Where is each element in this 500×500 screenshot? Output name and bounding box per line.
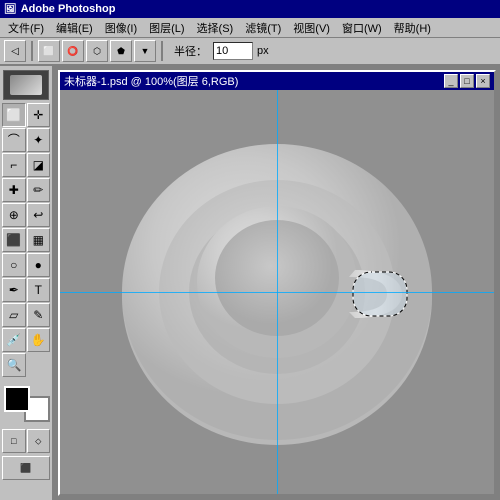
menu-file[interactable]: 文件(F) bbox=[2, 18, 50, 38]
app-icon: 🖼 bbox=[4, 4, 17, 15]
quickmask-mode-btn[interactable]: ⬦ bbox=[27, 429, 51, 453]
tool-pen[interactable]: ✒ bbox=[2, 278, 26, 302]
tool-dodge[interactable]: ○ bbox=[2, 253, 26, 277]
tool-row-8: ✒ T bbox=[2, 278, 50, 302]
menu-help[interactable]: 帮助(H) bbox=[388, 18, 437, 38]
standard-mode-btn[interactable]: □ bbox=[2, 429, 26, 453]
tool-row-9: ▱ ✎ bbox=[2, 303, 50, 327]
document-controls: _ □ × bbox=[444, 74, 490, 88]
toolbar-separator-2 bbox=[161, 41, 163, 61]
tool-row-2: ⌒ ✦ bbox=[2, 128, 50, 152]
canvas-area: 未标器-1.psd @ 100%(图层 6,RGB) _ □ × bbox=[54, 66, 500, 500]
radius-input[interactable] bbox=[213, 42, 253, 60]
tool-row-3: ⌐ ◪ bbox=[2, 153, 50, 177]
toolbar-separator-1 bbox=[31, 41, 33, 61]
tool-rectangular-marquee[interactable]: ⬜ bbox=[2, 103, 26, 127]
tool-eyedropper[interactable]: 💉 bbox=[2, 328, 26, 352]
title-bar: 🖼 Adobe Photoshop bbox=[0, 0, 500, 18]
document-canvas bbox=[60, 90, 494, 494]
tool-text[interactable]: T bbox=[27, 278, 51, 302]
toolbar-marquee-custom[interactable]: ⬟ bbox=[110, 40, 132, 62]
menu-bar: 文件(F) 编辑(E) 图像(I) 图层(L) 选择(S) 滤镜(T) 视图(V… bbox=[0, 18, 500, 38]
tool-gradient[interactable]: ▦ bbox=[27, 228, 51, 252]
document-title: 未标器-1.psd @ 100%(图层 6,RGB) bbox=[64, 73, 238, 89]
tool-zoom[interactable]: 🔍 bbox=[2, 353, 26, 377]
menu-view[interactable]: 视图(V) bbox=[287, 18, 336, 38]
toolbox: ⬜ ✛ ⌒ ✦ ⌐ ◪ ✚ ✏ ⊕ ↩ ⬛ ▦ ○ ● ✒ T bbox=[0, 66, 54, 500]
menu-image[interactable]: 图像(I) bbox=[99, 18, 143, 38]
main-area: ⬜ ✛ ⌒ ✦ ⌐ ◪ ✚ ✏ ⊕ ↩ ⬛ ▦ ○ ● ✒ T bbox=[0, 66, 500, 500]
menu-window[interactable]: 窗口(W) bbox=[336, 18, 388, 38]
tool-row-4: ✚ ✏ bbox=[2, 178, 50, 202]
toolbar-marquee-ellipse[interactable]: ⭕ bbox=[62, 40, 84, 62]
tool-move[interactable]: ✛ bbox=[27, 103, 51, 127]
radius-unit: px bbox=[257, 45, 269, 57]
tool-row-7: ○ ● bbox=[2, 253, 50, 277]
tool-hand[interactable]: ✋ bbox=[27, 328, 51, 352]
tool-row-11: 🔍 bbox=[2, 353, 50, 377]
tool-row-10: 💉 ✋ bbox=[2, 328, 50, 352]
foreground-color-swatch[interactable] bbox=[4, 386, 30, 412]
radius-label: 半径： bbox=[174, 43, 207, 59]
document-title-bar: 未标器-1.psd @ 100%(图层 6,RGB) _ □ × bbox=[60, 72, 494, 90]
doc-minimize-btn[interactable]: _ bbox=[444, 74, 458, 88]
tool-row-5: ⊕ ↩ bbox=[2, 203, 50, 227]
guide-vertical bbox=[277, 90, 278, 494]
menu-edit[interactable]: 编辑(E) bbox=[50, 18, 99, 38]
document-window: 未标器-1.psd @ 100%(图层 6,RGB) _ □ × bbox=[58, 70, 496, 496]
tool-row-6: ⬛ ▦ bbox=[2, 228, 50, 252]
doc-restore-btn[interactable]: □ bbox=[460, 74, 474, 88]
color-area bbox=[2, 384, 50, 424]
tool-notes[interactable]: ✎ bbox=[27, 303, 51, 327]
menu-select[interactable]: 选择(S) bbox=[191, 18, 240, 38]
tool-shape[interactable]: ▱ bbox=[2, 303, 26, 327]
toolbar: ◁ ⬜ ⭕ ⬡ ⬟ ▼ 半径： px bbox=[0, 38, 500, 66]
app-title: Adobe Photoshop bbox=[21, 3, 116, 15]
toolbar-option-btn[interactable]: ▼ bbox=[134, 40, 156, 62]
tool-magic-wand[interactable]: ✦ bbox=[27, 128, 51, 152]
screen-mode-btn[interactable]: ⬛ bbox=[2, 456, 50, 480]
menu-layer[interactable]: 图层(L) bbox=[143, 18, 190, 38]
tool-heal[interactable]: ✚ bbox=[2, 178, 26, 202]
tool-eraser[interactable]: ⬛ bbox=[2, 228, 26, 252]
toolbar-marquee-poly[interactable]: ⬡ bbox=[86, 40, 108, 62]
selection-marquee bbox=[353, 272, 407, 316]
tool-history-brush[interactable]: ↩ bbox=[27, 203, 51, 227]
tool-lasso[interactable]: ⌒ bbox=[2, 128, 26, 152]
tool-slice[interactable]: ◪ bbox=[27, 153, 51, 177]
screen-mode-row: ⬛ bbox=[2, 456, 50, 480]
tool-stamp[interactable]: ⊕ bbox=[2, 203, 26, 227]
mask-mode-row: □ ⬦ bbox=[2, 429, 50, 453]
tool-row-1: ⬜ ✛ bbox=[2, 103, 50, 127]
toolbar-back-btn[interactable]: ◁ bbox=[4, 40, 26, 62]
tool-crop[interactable]: ⌐ bbox=[2, 153, 26, 177]
tool-brush[interactable]: ✏ bbox=[27, 178, 51, 202]
tool-burn[interactable]: ● bbox=[27, 253, 51, 277]
toolbar-marquee-rect[interactable]: ⬜ bbox=[38, 40, 60, 62]
doc-close-btn[interactable]: × bbox=[476, 74, 490, 88]
color-swatches bbox=[4, 386, 50, 422]
menu-filter[interactable]: 滤镜(T) bbox=[239, 18, 287, 38]
